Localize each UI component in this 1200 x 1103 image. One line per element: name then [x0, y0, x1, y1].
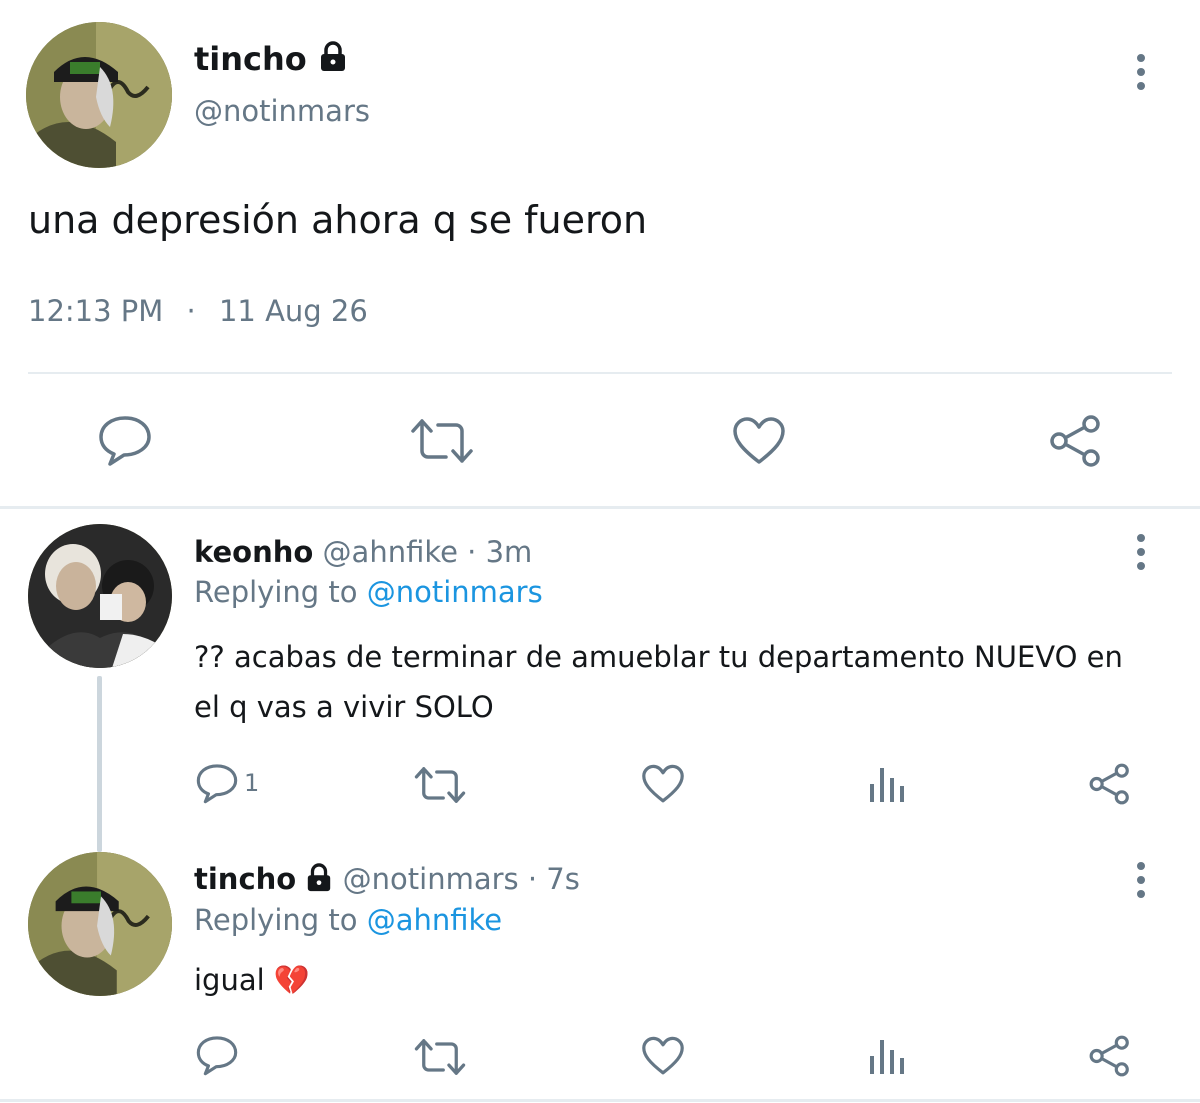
retweet-icon: [411, 419, 473, 463]
like-icon: [733, 417, 785, 464]
lock-icon: [305, 862, 333, 900]
reply-2-display-name[interactable]: tincho: [194, 862, 296, 896]
reply-button[interactable]: 1: [196, 762, 259, 804]
replying-to-label: Replying to: [194, 903, 358, 937]
tweet-date: 11 Aug 26: [218, 294, 368, 328]
reply-2-replying: Replying to @ahnfike: [194, 903, 502, 937]
analytics-button[interactable]: [868, 764, 906, 804]
analytics-button[interactable]: [868, 1036, 906, 1076]
tweet-time: 12:13 PM: [28, 294, 164, 328]
bottom-divider: [0, 1099, 1200, 1102]
share-button[interactable]: [1088, 762, 1132, 806]
reply-2-handle[interactable]: @notinmars: [343, 862, 519, 896]
retweet-icon: [414, 767, 466, 803]
main-tweet-text: una depresión ahora q se fueron: [28, 198, 648, 242]
reply-icon: [196, 764, 238, 804]
share-button[interactable]: [1088, 1034, 1132, 1078]
reply-2-text: igual 💔: [194, 963, 310, 997]
retweet-button[interactable]: [410, 418, 474, 464]
reply-icon: [99, 416, 151, 466]
replying-to-label: Replying to: [194, 575, 358, 609]
more-options-icon[interactable]: [1135, 862, 1147, 898]
analytics-icon: [870, 768, 904, 802]
lock-icon: [318, 41, 348, 81]
like-icon: [642, 764, 684, 803]
replying-to-link[interactable]: @ahnfike: [367, 903, 502, 937]
avatar-reply-2[interactable]: [28, 852, 172, 996]
reply-count: 1: [244, 769, 260, 797]
reply-1-text: ?? acabas de terminar de amueblar tu dep…: [194, 640, 1123, 724]
like-button[interactable]: [732, 416, 786, 466]
retweet-button[interactable]: [414, 1038, 466, 1076]
display-name-text[interactable]: tincho: [194, 40, 307, 78]
retweet-icon: [414, 1039, 466, 1075]
more-options-icon[interactable]: [1135, 54, 1147, 90]
like-button[interactable]: [641, 764, 685, 804]
reply-button[interactable]: [196, 1034, 238, 1076]
share-icon: [1089, 1035, 1129, 1077]
like-button[interactable]: [641, 1036, 685, 1076]
like-icon: [642, 1036, 684, 1075]
share-icon: [1050, 415, 1100, 467]
main-display-name[interactable]: tincho: [194, 40, 348, 81]
avatar-reply-1[interactable]: [28, 524, 172, 668]
reply-icon: [196, 1036, 238, 1076]
reply-1-header: keonho @ahnfike · 3m: [194, 535, 532, 569]
thread-line: [97, 676, 102, 852]
replying-to-link[interactable]: @notinmars: [367, 575, 543, 609]
analytics-icon: [870, 1040, 904, 1074]
avatar-main[interactable]: [26, 22, 172, 168]
share-icon: [1089, 763, 1129, 805]
share-button[interactable]: [1048, 414, 1104, 468]
divider: [28, 372, 1172, 374]
retweet-button[interactable]: [414, 766, 466, 804]
reply-button[interactable]: [98, 414, 152, 466]
more-options-icon[interactable]: [1135, 534, 1147, 570]
reply-1-replying: Replying to @notinmars: [194, 575, 543, 609]
section-divider: [0, 506, 1200, 509]
timestamp-separator: ·: [186, 294, 196, 328]
reply-1-display-name[interactable]: keonho: [194, 535, 313, 569]
reply-2-header: tincho @notinmars · 7s: [194, 862, 580, 900]
reply-1-handle[interactable]: @ahnfike: [323, 535, 458, 569]
tweet-timestamp[interactable]: 12:13 PM · 11 Aug 26: [28, 294, 368, 328]
reply-2-time[interactable]: · 7s: [528, 862, 580, 896]
main-handle[interactable]: @notinmars: [194, 94, 370, 128]
reply-1-time[interactable]: · 3m: [467, 535, 532, 569]
